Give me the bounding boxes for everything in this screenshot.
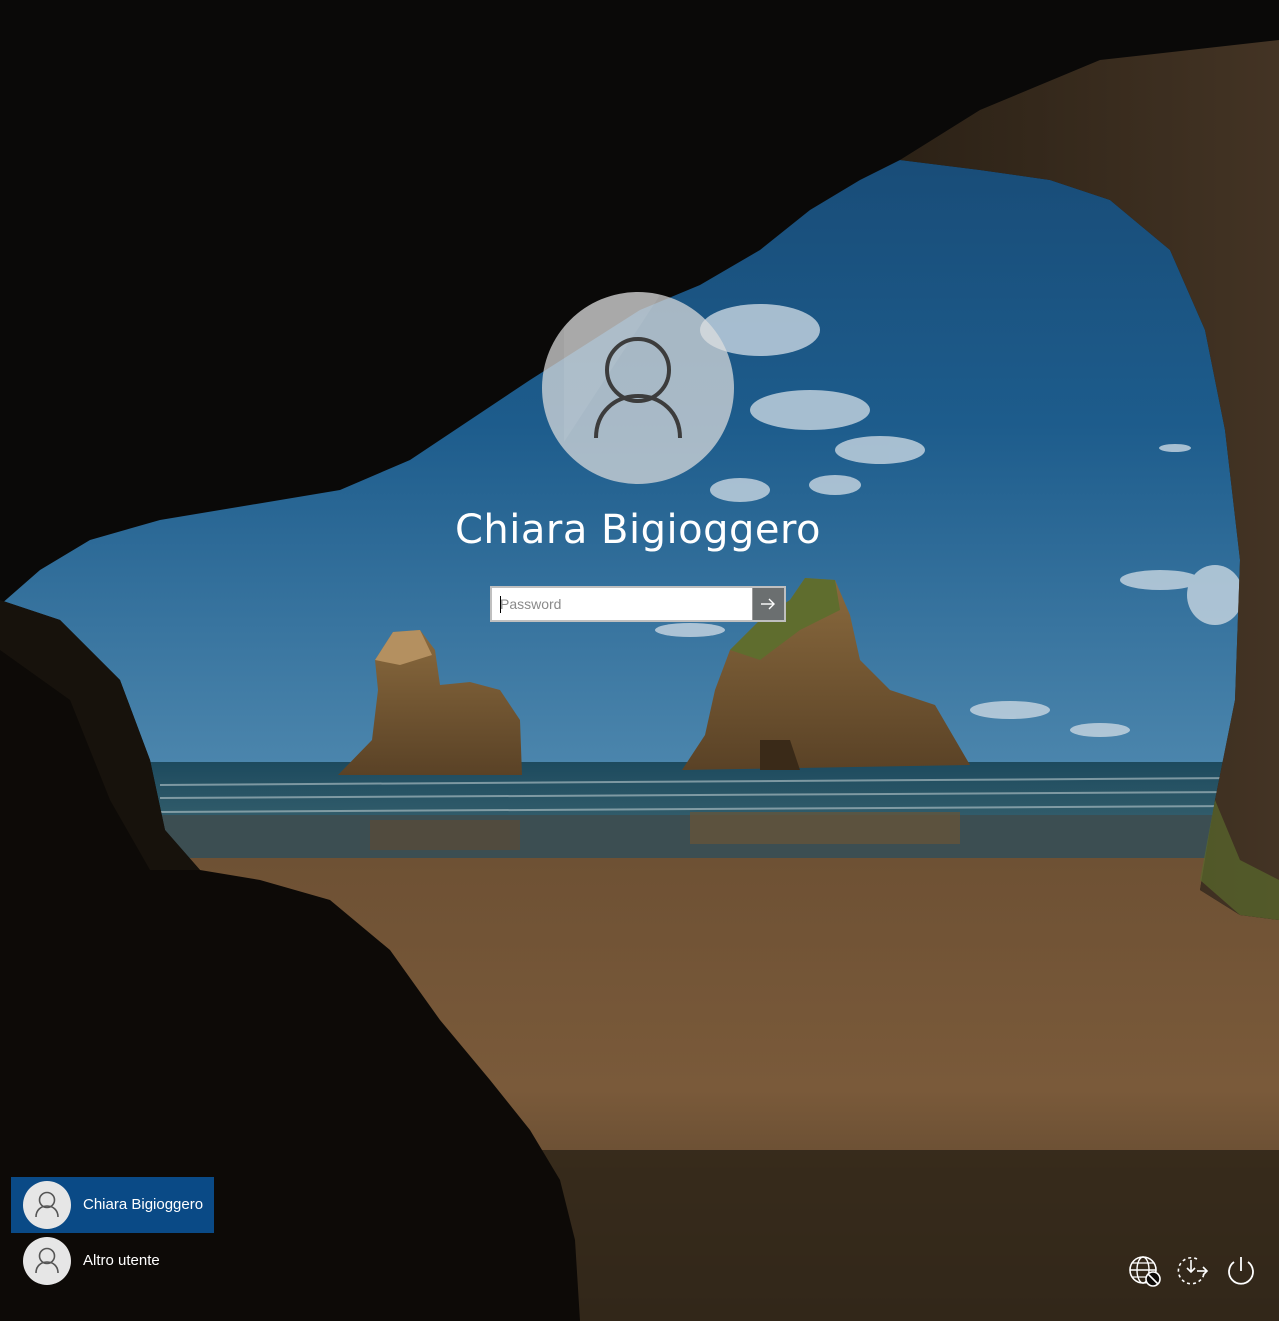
- submit-password-button[interactable]: [752, 588, 784, 620]
- background-wallpaper: [0, 0, 1279, 1321]
- user-icon: [35, 1191, 59, 1218]
- user-icon: [35, 1247, 59, 1274]
- avatar: [23, 1181, 71, 1229]
- user-icon: [564, 292, 682, 442]
- arrow-right-icon: [761, 598, 775, 610]
- network-button[interactable]: [1128, 1254, 1162, 1288]
- user-avatar-large: [542, 292, 734, 484]
- network-disconnected-icon: [1129, 1256, 1161, 1287]
- password-input[interactable]: [492, 588, 752, 620]
- lock-screen: Chiara Bigioggero Chiara Bigioggero Altr…: [0, 0, 1279, 1321]
- accessibility-button[interactable]: [1175, 1254, 1209, 1288]
- user-item-label: Altro utente: [83, 1252, 160, 1269]
- text-caret: [500, 596, 501, 613]
- avatar: [23, 1237, 71, 1285]
- user-switcher: Chiara Bigioggero Altro utente: [11, 1177, 215, 1289]
- power-icon: [1228, 1257, 1254, 1285]
- password-field-container: [490, 586, 786, 622]
- user-item-altro-utente[interactable]: Altro utente: [11, 1233, 214, 1289]
- username-title: Chiara Bigioggero: [454, 507, 822, 553]
- power-button[interactable]: [1224, 1254, 1258, 1288]
- user-item-label: Chiara Bigioggero: [83, 1196, 204, 1213]
- accessibility-icon: [1177, 1256, 1209, 1285]
- user-item-chiara-bigioggero[interactable]: Chiara Bigioggero: [11, 1177, 214, 1233]
